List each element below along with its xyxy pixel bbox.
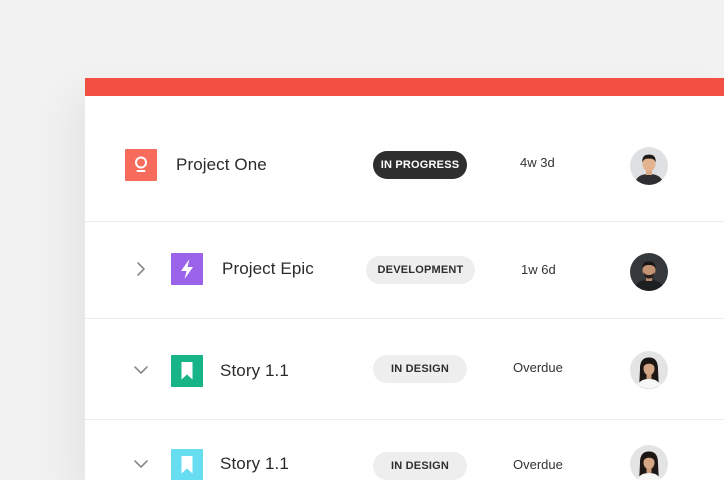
chevron-down-icon[interactable] — [133, 456, 149, 472]
lightbulb-icon — [125, 149, 157, 181]
time-estimate: 1w 6d — [521, 262, 556, 277]
status-badge: IN DESIGN — [373, 452, 467, 480]
card-accent-bar — [85, 78, 724, 96]
avatar[interactable] — [630, 147, 668, 185]
lightning-icon — [171, 253, 203, 285]
bookmark-icon — [171, 355, 203, 387]
bookmark-icon — [171, 449, 203, 480]
list-item[interactable]: Project Epic DEVELOPMENT 1w 6d — [85, 221, 724, 319]
avatar[interactable] — [630, 445, 668, 480]
time-estimate: 4w 3d — [520, 155, 555, 170]
chevron-right-icon[interactable] — [133, 261, 149, 277]
time-estimate: Overdue — [513, 360, 563, 375]
list-item[interactable]: Story 1.1 IN DESIGN Overdue — [85, 318, 724, 420]
avatar[interactable] — [630, 351, 668, 389]
status-badge: DEVELOPMENT — [366, 256, 475, 284]
avatar[interactable] — [630, 253, 668, 291]
time-estimate: Overdue — [513, 457, 563, 472]
status-badge: IN DESIGN — [373, 355, 467, 383]
list-item[interactable]: Project One IN PROGRESS 4w 3d — [85, 96, 724, 222]
item-name[interactable]: Project One — [176, 155, 267, 175]
item-name[interactable]: Story 1.1 — [220, 361, 289, 381]
status-badge: IN PROGRESS — [373, 151, 467, 179]
chevron-down-icon[interactable] — [133, 362, 149, 378]
item-name[interactable]: Project Epic — [222, 259, 314, 279]
list-item[interactable]: Story 1.1 IN DESIGN Overdue — [85, 419, 724, 480]
item-name[interactable]: Story 1.1 — [220, 454, 289, 474]
project-list-card: Project One IN PROGRESS 4w 3d Project Ep… — [85, 78, 724, 480]
